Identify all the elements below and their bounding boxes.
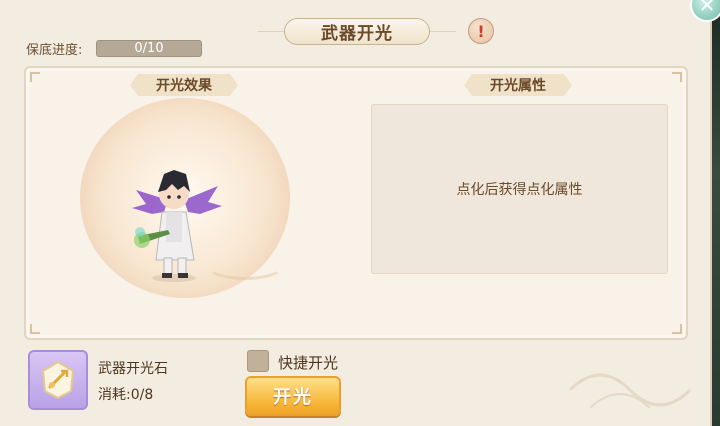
attribute-placeholder-text: 点化后获得点化属性 (456, 182, 583, 198)
tab-enlighten-effect: 开光效果 (130, 74, 238, 96)
background-edge (712, 0, 720, 426)
enlighten-button[interactable]: 开光 (245, 376, 341, 416)
title-decor-right (430, 31, 456, 32)
item-name: 武器开光石 (98, 361, 168, 377)
item-cost: 消耗:0/8 (98, 384, 153, 404)
corner-decor (30, 72, 40, 82)
enlighten-stone-slot[interactable] (28, 350, 88, 410)
tab-enlighten-attributes: 开光属性 (464, 74, 572, 96)
progress-label: 保底进度: (26, 43, 83, 58)
quick-enlighten-checkbox[interactable] (247, 350, 269, 372)
weapon-enlighten-panel: 武器开光 ! 保底进度: 0/10 开光效果 开光属性 点化后获得点化属性 武器… (0, 0, 712, 426)
light-stone-icon (41, 360, 75, 400)
corner-decor (672, 72, 682, 82)
progress-bar: 0/10 (96, 40, 202, 57)
quick-enlighten-label[interactable]: 快捷开光 (278, 352, 338, 373)
attribute-display: 点化后获得点化属性 (371, 104, 668, 274)
character-preview (132, 170, 222, 282)
corner-decor (672, 324, 682, 334)
wave-decor (568, 373, 692, 409)
title-decor-left (258, 31, 284, 32)
panel-title: 武器开光 (284, 18, 430, 45)
item-cost-label: 消耗: (98, 387, 131, 403)
item-cost-value: 0/8 (130, 387, 154, 403)
info-alert-icon[interactable]: ! (468, 18, 494, 44)
corner-decor (30, 324, 40, 334)
